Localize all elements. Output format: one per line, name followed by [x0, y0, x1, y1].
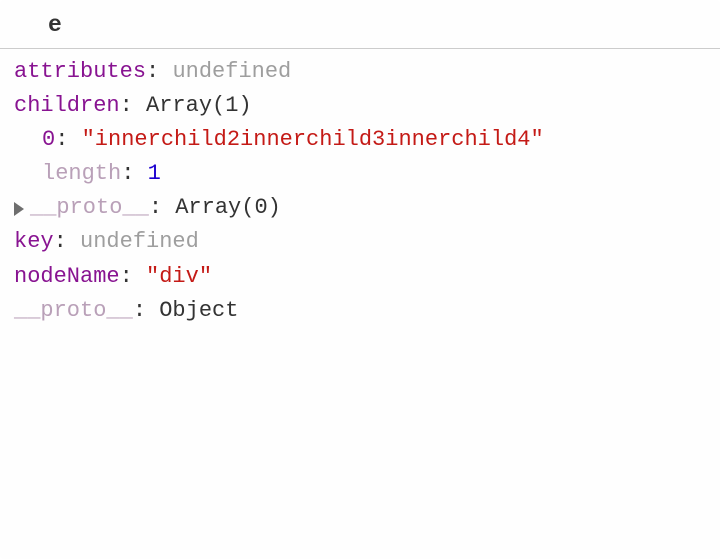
property-key: attributes — [14, 55, 146, 89]
property-value: "div" — [146, 260, 212, 294]
property-key: __proto__ — [30, 191, 149, 225]
colon: : — [133, 294, 159, 328]
property-value: 1 — [148, 157, 161, 191]
property-row-children[interactable]: children: Array(1) — [14, 89, 706, 123]
property-value: Array(1) — [146, 89, 252, 123]
colon: : — [54, 225, 80, 259]
property-key: length — [42, 157, 121, 191]
object-properties: attributes: undefined children: Array(1)… — [0, 49, 720, 334]
property-value: undefined — [172, 55, 291, 89]
property-key: __proto__ — [14, 294, 133, 328]
property-value: Object — [159, 294, 238, 328]
colon: : — [146, 55, 172, 89]
property-key: children — [14, 89, 120, 123]
property-row-attributes[interactable]: attributes: undefined — [14, 55, 706, 89]
property-row-child-0[interactable]: 0: "innerchild2innerchild3innerchild4" — [14, 123, 706, 157]
property-value: undefined — [80, 225, 199, 259]
property-value: Array(0) — [175, 191, 281, 225]
property-key: 0 — [42, 123, 55, 157]
property-row-length[interactable]: length: 1 — [14, 157, 706, 191]
property-row-nodename[interactable]: nodeName: "div" — [14, 260, 706, 294]
colon: : — [149, 191, 175, 225]
object-name: e — [48, 12, 62, 38]
devtools-object-inspector: e attributes: undefined children: Array(… — [0, 0, 720, 559]
property-row-key[interactable]: key: undefined — [14, 225, 706, 259]
colon: : — [120, 89, 146, 123]
property-key: key — [14, 225, 54, 259]
property-value: "innerchild2innerchild3innerchild4" — [82, 123, 544, 157]
colon: : — [121, 157, 147, 191]
property-row-proto-object[interactable]: __proto__: Object — [14, 294, 706, 328]
colon: : — [55, 123, 81, 157]
colon: : — [120, 260, 146, 294]
property-row-proto-array[interactable]: __proto__: Array(0) — [14, 191, 706, 225]
expand-triangle-icon[interactable] — [14, 202, 24, 216]
object-header: e — [0, 8, 720, 49]
property-key: nodeName — [14, 260, 120, 294]
